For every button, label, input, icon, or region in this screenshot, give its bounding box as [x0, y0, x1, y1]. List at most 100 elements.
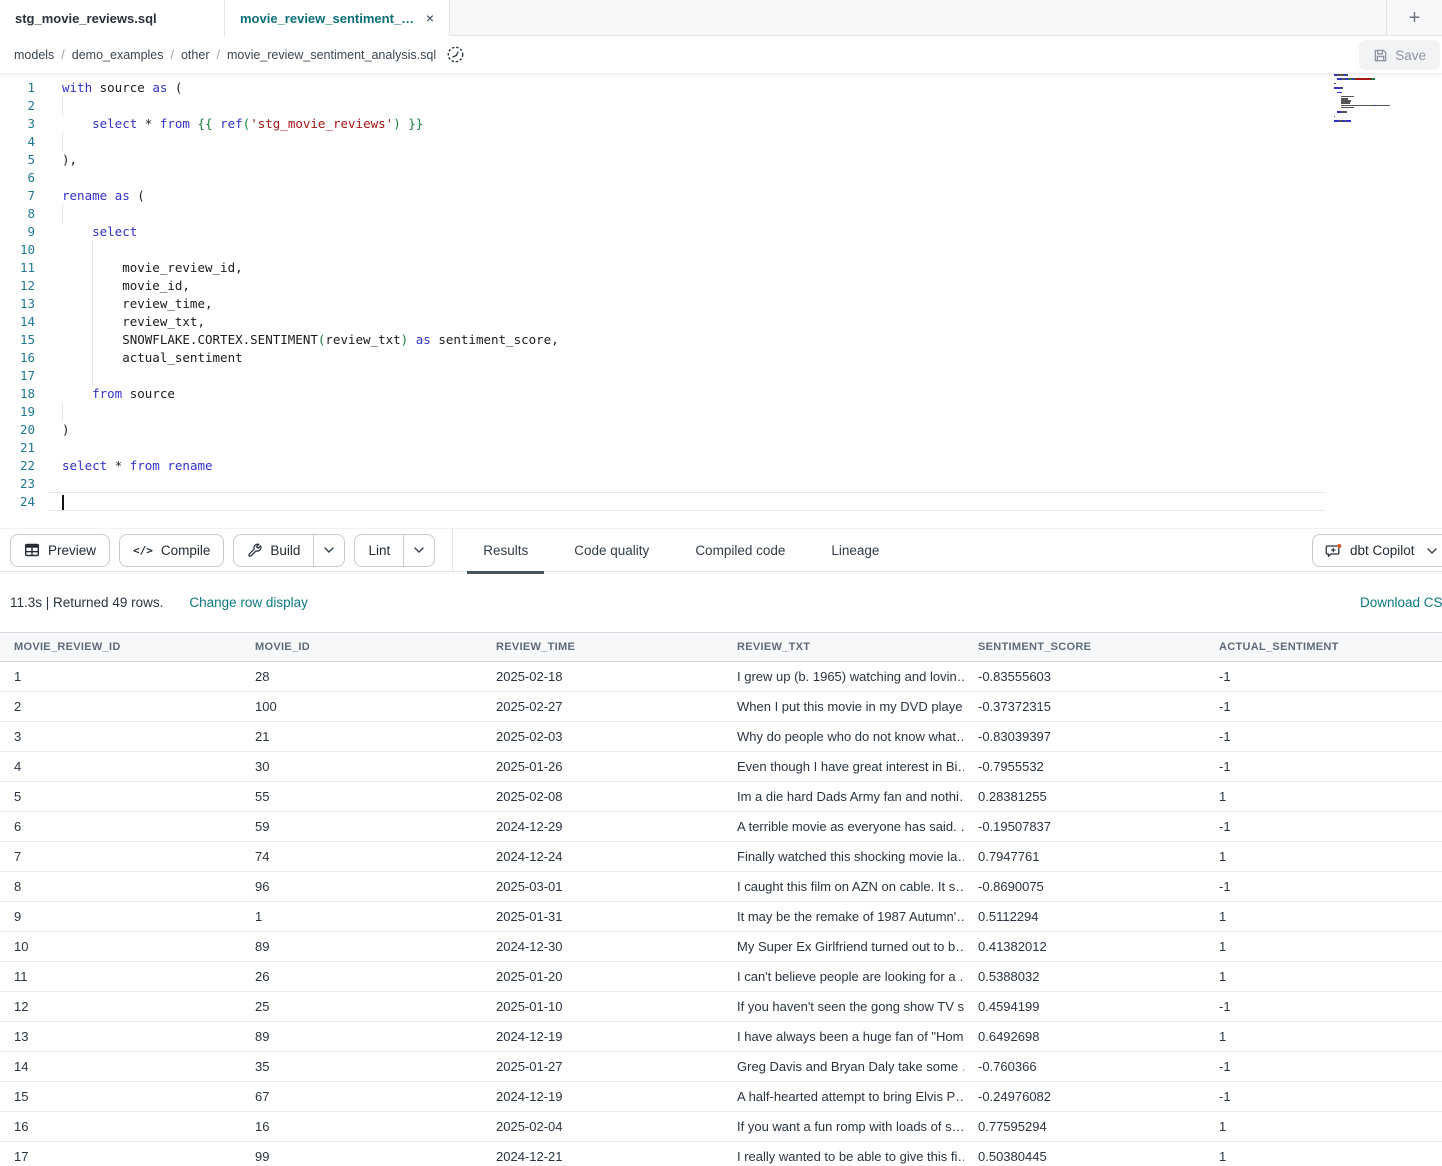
breadcrumb-separator: / — [61, 48, 64, 62]
column-header: ACTUAL_SENTIMENT — [1205, 633, 1442, 661]
cell-review-time: 2024-12-30 — [482, 932, 723, 961]
code-icon: </> — [133, 544, 153, 557]
table-row: 21002025-02-27When I put this movie in m… — [0, 692, 1442, 722]
tab-lineage[interactable]: Lineage — [815, 528, 895, 572]
code-line[interactable]: 11 movie_review_id, — [0, 259, 1442, 277]
code-line[interactable]: 24 — [0, 493, 1442, 511]
file-tab-movie-review-sentiment[interactable]: movie_review_sentiment_… × — [225, 0, 450, 36]
new-tab-button[interactable]: + — [1386, 0, 1442, 36]
cell-review-time: 2025-01-27 — [482, 1052, 723, 1081]
cell-value: I have always been a huge fan of "Hom… — [737, 1029, 964, 1044]
copilot-button-label: dbt Copilot — [1350, 543, 1415, 558]
indent-guide — [92, 295, 93, 313]
chevron-down-icon — [414, 547, 424, 553]
line-number: 15 — [0, 331, 35, 349]
compass-icon[interactable] — [446, 45, 465, 64]
lint-dropdown-button[interactable] — [403, 535, 434, 566]
code-line[interactable]: 20) — [0, 421, 1442, 439]
cell-value: 2025-03-01 — [496, 879, 563, 894]
compile-button[interactable]: </> Compile — [119, 534, 224, 567]
table-row: 14352025-01-27Greg Davis and Bryan Daly … — [0, 1052, 1442, 1082]
save-icon — [1373, 48, 1388, 63]
cell-sentiment-score: 0.6492698 — [964, 1022, 1205, 1051]
code-line[interactable]: 4 — [0, 133, 1442, 151]
table-row: 15672024-12-19A half-hearted attempt to … — [0, 1082, 1442, 1112]
code-line[interactable]: 8 — [0, 205, 1442, 223]
code-line[interactable]: 21 — [0, 439, 1442, 457]
code-line[interactable]: 6 — [0, 169, 1442, 187]
code-line[interactable]: 1with source as ( — [0, 79, 1442, 97]
code-line[interactable]: 9 select — [0, 223, 1442, 241]
cell-value: 28 — [255, 669, 269, 684]
download-csv-link[interactable]: Download CSV — [1360, 595, 1442, 610]
cell-value: 1 — [1219, 1029, 1226, 1044]
code-line[interactable]: 14 review_txt, — [0, 313, 1442, 331]
close-icon[interactable]: × — [426, 11, 434, 25]
change-row-display-link[interactable]: Change row display — [189, 595, 308, 610]
editor-minimap[interactable] — [1334, 74, 1398, 127]
save-button[interactable]: Save — [1359, 40, 1440, 70]
cell-actual-sentiment: 1 — [1205, 932, 1442, 961]
build-button[interactable]: Build — [234, 535, 313, 566]
cell-value: 6 — [14, 819, 21, 834]
code-line[interactable]: 12 movie_id, — [0, 277, 1442, 295]
code-text: with source as ( — [62, 79, 182, 97]
cell-movie-review-id: 6 — [0, 812, 241, 841]
tab-results[interactable]: Results — [467, 528, 544, 572]
lint-button[interactable]: Lint — [355, 535, 403, 566]
table-row: 12252025-01-10If you haven't seen the go… — [0, 992, 1442, 1022]
code-line[interactable]: 19 — [0, 403, 1442, 421]
file-tab-stg-movie-reviews[interactable]: stg_movie_reviews.sql — [0, 0, 225, 36]
cell-value: 35 — [255, 1059, 269, 1074]
breadcrumb-bar: models/demo_examples/other/movie_review_… — [0, 36, 1442, 74]
code-line[interactable]: 23 — [0, 475, 1442, 493]
code-line[interactable]: 17 — [0, 367, 1442, 385]
dbt-copilot-button[interactable]: dbt Copilot — [1312, 534, 1442, 567]
cell-movie-review-id: 16 — [0, 1112, 241, 1141]
cell-actual-sentiment: 1 — [1205, 1112, 1442, 1141]
code-line[interactable]: 16 actual_sentiment — [0, 349, 1442, 367]
cell-value: 21 — [255, 729, 269, 744]
cell-sentiment-score: 0.41382012 — [964, 932, 1205, 961]
lint-split-button: Lint — [354, 534, 435, 567]
code-line[interactable]: 13 review_time, — [0, 295, 1442, 313]
code-line[interactable]: 7rename as ( — [0, 187, 1442, 205]
preview-button[interactable]: Preview — [10, 534, 110, 567]
code-line[interactable]: 15 SNOWFLAKE.CORTEX.SENTIMENT(review_txt… — [0, 331, 1442, 349]
cell-review-txt: I can't believe people are looking for a… — [723, 962, 964, 991]
code-editor[interactable]: 1with source as (23 select * from {{ ref… — [0, 74, 1442, 528]
cell-value: -0.7955532 — [978, 759, 1044, 774]
minimap-seg — [1334, 83, 1336, 85]
cell-movie-id: 25 — [241, 992, 482, 1021]
cell-actual-sentiment: -1 — [1205, 872, 1442, 901]
tab-compiled-code[interactable]: Compiled code — [679, 528, 801, 572]
cell-actual-sentiment: -1 — [1205, 812, 1442, 841]
cell-value: 2024-12-19 — [496, 1089, 563, 1104]
code-line[interactable]: 3 select * from {{ ref('stg_movie_review… — [0, 115, 1442, 133]
cell-actual-sentiment: 1 — [1205, 842, 1442, 871]
cell-value: 2025-02-18 — [496, 669, 563, 684]
cell-value: 89 — [255, 939, 269, 954]
line-number: 24 — [0, 493, 35, 511]
code-line[interactable]: 22select * from rename — [0, 457, 1442, 475]
cell-value: -1 — [1219, 1059, 1231, 1074]
line-number: 2 — [0, 97, 35, 115]
tab-code-quality[interactable]: Code quality — [558, 528, 665, 572]
cell-review-txt: If you want a fun romp with loads of s… — [723, 1112, 964, 1141]
line-number: 22 — [0, 457, 35, 475]
line-number: 8 — [0, 205, 35, 223]
minimap-seg — [1337, 92, 1342, 94]
cell-actual-sentiment: -1 — [1205, 752, 1442, 781]
cell-movie-id: 26 — [241, 962, 482, 991]
cell-value: 1 — [1219, 909, 1226, 924]
code-line[interactable]: 18 from source — [0, 385, 1442, 403]
code-line[interactable]: 5), — [0, 151, 1442, 169]
cell-value: If you haven't seen the gong show TV s… — [737, 999, 964, 1014]
cell-review-time: 2025-02-04 — [482, 1112, 723, 1141]
code-line[interactable]: 2 — [0, 97, 1442, 115]
compile-button-label: Compile — [161, 543, 211, 558]
cell-actual-sentiment: -1 — [1205, 1082, 1442, 1111]
build-dropdown-button[interactable] — [313, 535, 344, 566]
code-line[interactable]: 10 — [0, 241, 1442, 259]
minimap-seg — [1337, 74, 1344, 76]
